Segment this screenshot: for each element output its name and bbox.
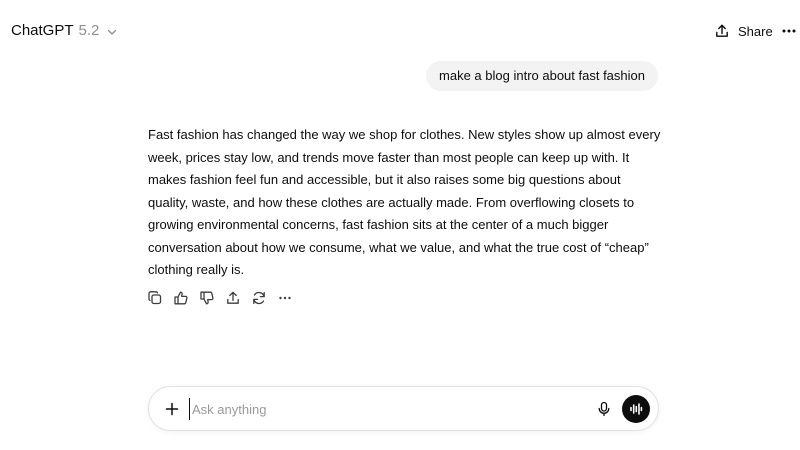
microphone-icon[interactable]: [595, 400, 612, 417]
more-horizontal-icon: [781, 23, 797, 39]
model-selector[interactable]: ChatGPT 5.2: [11, 21, 118, 41]
copy-icon[interactable]: [147, 290, 163, 306]
regenerate-icon[interactable]: [251, 290, 267, 306]
voice-mode-icon: [629, 402, 643, 416]
thumbs-up-icon[interactable]: [173, 290, 189, 306]
thumbs-down-icon[interactable]: [199, 290, 215, 306]
model-name: ChatGPT: [11, 22, 74, 39]
top-bar: ChatGPT 5.2 Share: [0, 0, 800, 62]
share-icon: [714, 23, 730, 39]
assistant-message: Fast fashion has changed the way we shop…: [148, 127, 661, 277]
model-version: 5.2: [78, 22, 100, 39]
share-icon[interactable]: [225, 290, 241, 306]
voice-mode-button[interactable]: [622, 395, 650, 423]
more-horizontal-icon[interactable]: [277, 290, 293, 306]
user-message: make a blog intro about fast fashion: [426, 61, 658, 91]
prompt-input[interactable]: [189, 398, 569, 420]
chevron-down-icon: [106, 26, 118, 38]
message-actions: [147, 290, 293, 306]
more-options-button[interactable]: [780, 22, 798, 40]
plus-icon[interactable]: [163, 400, 180, 417]
share-label: Share: [738, 23, 773, 39]
chat-app: ChatGPT 5.2 Share make a blog intro abou…: [0, 0, 800, 450]
message-composer: [148, 386, 659, 431]
share-button[interactable]: Share: [714, 20, 773, 42]
